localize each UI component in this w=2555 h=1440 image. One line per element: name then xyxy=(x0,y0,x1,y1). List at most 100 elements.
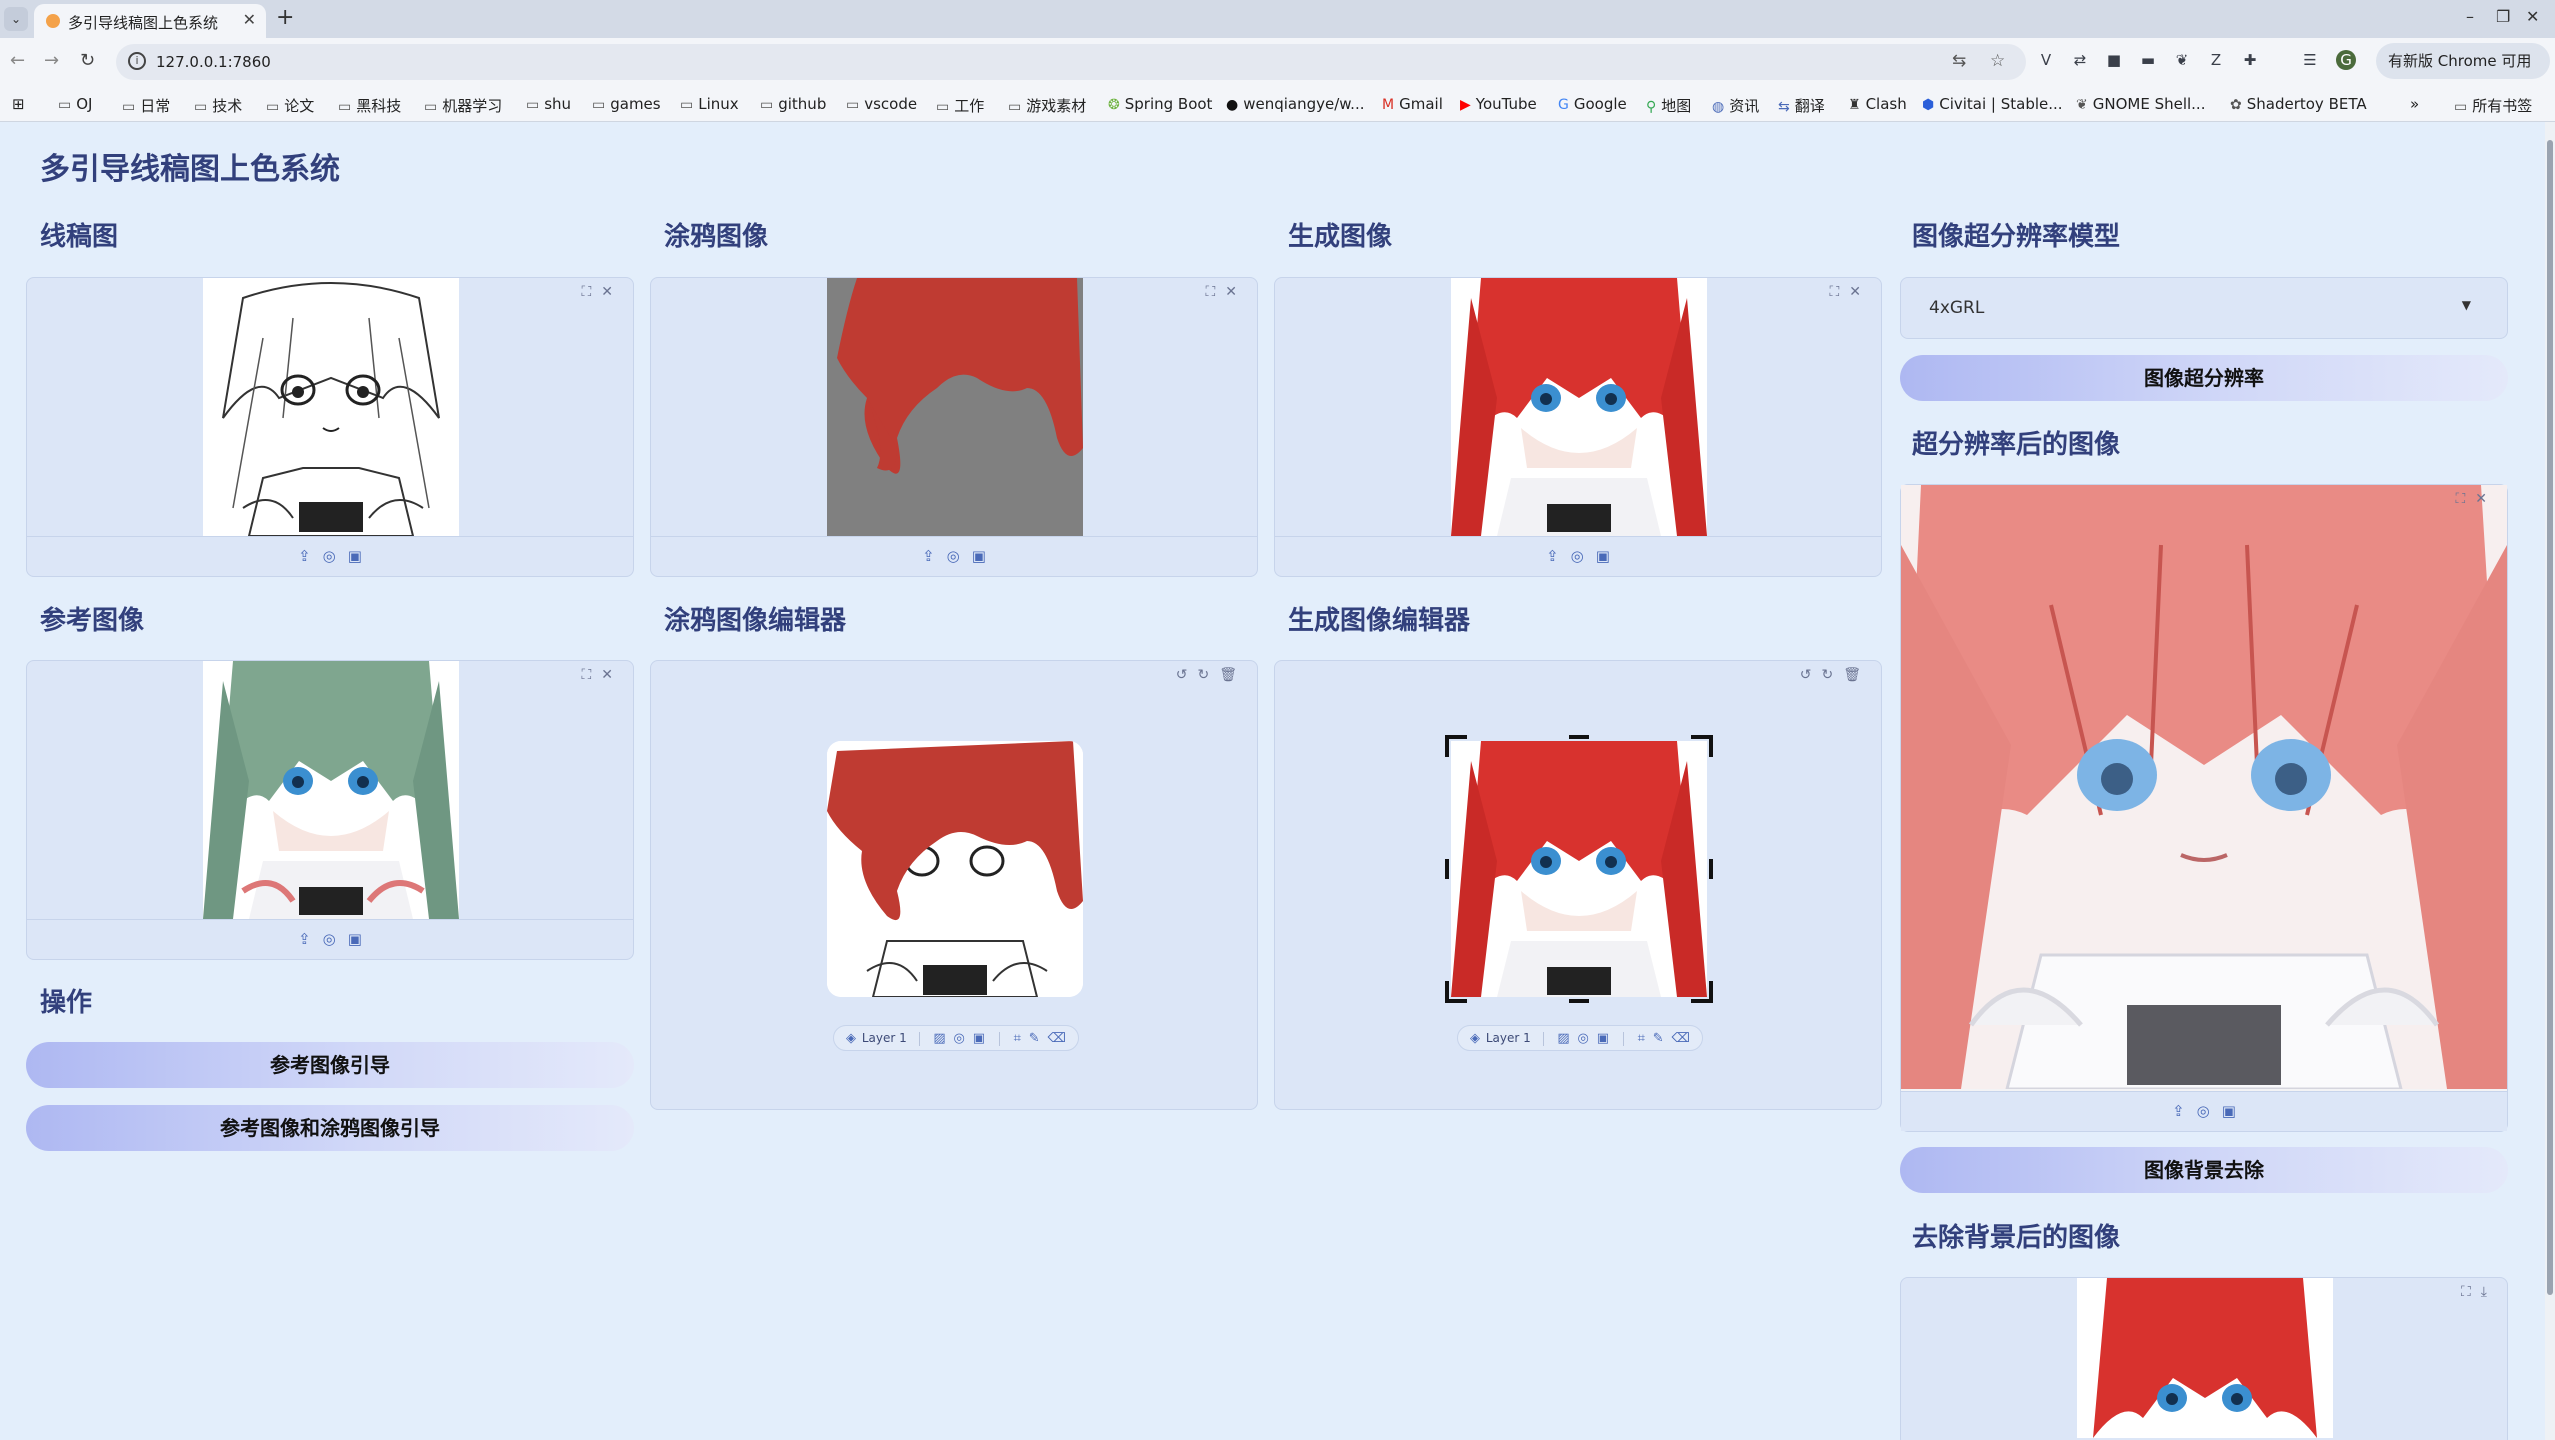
chrome-update-button[interactable]: 有新版 Chrome 可用 ⋮ xyxy=(2376,43,2550,106)
bookmarks-overflow-icon[interactable]: » xyxy=(2410,95,2419,113)
bookmark-ml[interactable]: ▭ 机器学习 xyxy=(424,95,502,116)
upload-icon[interactable]: ⇪ xyxy=(298,547,311,565)
eraser-icon[interactable]: ⌫ xyxy=(1048,1031,1066,1046)
bookmark-news[interactable]: ◍ 资讯 xyxy=(1712,95,1759,116)
clipboard-icon[interactable]: ▣ xyxy=(972,547,986,565)
close-icon[interactable]: ✕ xyxy=(1225,284,1247,300)
webcam-icon[interactable]: ◎ xyxy=(947,547,960,565)
close-icon[interactable]: ✕ xyxy=(601,284,623,300)
sr-result-image[interactable] xyxy=(1901,485,2507,1089)
webcam-icon[interactable]: ◎ xyxy=(1571,547,1584,565)
scrollbar-thumb[interactable] xyxy=(2547,140,2553,1295)
browser-tab[interactable]: 多引导线稿图上色系统 ✕ xyxy=(34,4,266,38)
undo-icon[interactable]: ↺ xyxy=(1176,667,1198,683)
bookmark-tech[interactable]: ▭ 技术 xyxy=(194,95,242,116)
bookmark-maps[interactable]: ⚲ 地图 xyxy=(1646,95,1691,116)
tab-list-icon[interactable]: ⌄ xyxy=(4,7,28,31)
bookmark-linux[interactable]: ▭ Linux xyxy=(680,95,739,113)
translate-icon[interactable]: ⇆ xyxy=(1952,51,1966,71)
bookmark-translate[interactable]: ⇆ 翻译 xyxy=(1778,95,1825,116)
profile-avatar-icon[interactable]: G xyxy=(2336,50,2356,70)
webcam-icon[interactable]: ◎ xyxy=(954,1031,965,1046)
bookmark-work[interactable]: ▭ 工作 xyxy=(936,95,984,116)
page-scrollbar[interactable] xyxy=(2545,122,2555,1440)
extension-leaf-icon[interactable]: ❦ xyxy=(2172,50,2192,70)
fullscreen-icon[interactable]: ⛶ xyxy=(581,667,601,683)
scribble-editor-canvas[interactable] xyxy=(827,741,1083,997)
clipboard-icon[interactable]: ▣ xyxy=(1597,1031,1609,1046)
all-bookmarks[interactable]: ▭ 所有书签 xyxy=(2454,95,2532,116)
ref-guide-button[interactable]: 参考图像引导 xyxy=(26,1042,634,1088)
fullscreen-icon[interactable]: ⛶ xyxy=(581,284,601,300)
redo-icon[interactable]: ↻ xyxy=(1821,667,1843,683)
extension-z-icon[interactable]: Z xyxy=(2206,50,2226,70)
upload-icon[interactable]: ⇪ xyxy=(922,547,935,565)
layer-label[interactable]: Layer 1 xyxy=(862,1031,907,1045)
bookmark-games[interactable]: ▭ games xyxy=(592,95,661,113)
undo-icon[interactable]: ↺ xyxy=(1800,667,1822,683)
bookmark-youtube[interactable]: ▶ YouTube xyxy=(1460,95,1537,113)
bookmark-papers[interactable]: ▭ 论文 xyxy=(266,95,314,116)
new-tab-icon[interactable]: + xyxy=(276,5,294,30)
upload-icon[interactable]: ⇪ xyxy=(2172,1102,2185,1120)
restore-icon[interactable]: ❐ xyxy=(2496,7,2510,26)
trash-icon[interactable]: 🗑 xyxy=(1843,667,1871,683)
clipboard-icon[interactable]: ▣ xyxy=(2222,1102,2236,1120)
url-text[interactable]: 127.0.0.1:7860 xyxy=(156,53,271,71)
fullscreen-icon[interactable]: ⛶ xyxy=(1205,284,1225,300)
extension-v-icon[interactable]: V xyxy=(2036,50,2056,70)
brush-icon[interactable]: ✎ xyxy=(1653,1031,1664,1046)
upload-icon[interactable]: ⇪ xyxy=(298,930,311,948)
crop-handles[interactable] xyxy=(1445,735,1713,1003)
redo-icon[interactable]: ↻ xyxy=(1197,667,1219,683)
download-icon[interactable]: ⤓ xyxy=(2481,1284,2497,1300)
fullscreen-icon[interactable]: ⛶ xyxy=(1829,284,1849,300)
bookmark-shu[interactable]: ▭ shu xyxy=(526,95,571,113)
super-resolution-button[interactable]: 图像超分辨率 xyxy=(1900,355,2508,401)
close-icon[interactable]: ✕ xyxy=(601,667,623,683)
bookmark-shadertoy[interactable]: ✿ Shadertoy BETA xyxy=(2230,95,2367,113)
webcam-icon[interactable]: ◎ xyxy=(323,930,336,948)
upload-icon[interactable]: ⇪ xyxy=(1546,547,1559,565)
reference-image[interactable] xyxy=(203,661,459,919)
bookmark-google[interactable]: G Google xyxy=(1558,95,1627,113)
trash-icon[interactable]: 🗑 xyxy=(1219,667,1247,683)
bookmark-gnome-shell[interactable]: ❦ GNOME Shell... xyxy=(2076,95,2205,113)
brush-icon[interactable]: ✎ xyxy=(1029,1031,1040,1046)
extension-translate-icon[interactable]: ⇄ xyxy=(2070,50,2090,70)
webcam-icon[interactable]: ◎ xyxy=(1578,1031,1589,1046)
close-icon[interactable]: ✕ xyxy=(1849,284,1871,300)
reload-icon[interactable]: ↻ xyxy=(80,50,95,71)
scribble-image[interactable] xyxy=(827,278,1083,536)
sr-model-select[interactable]: 4xGRL ▼ xyxy=(1900,277,2508,339)
clipboard-icon[interactable]: ▣ xyxy=(973,1031,985,1046)
close-icon[interactable]: ✕ xyxy=(2475,491,2497,507)
site-info-icon[interactable]: i xyxy=(128,52,146,70)
extensions-puzzle-icon[interactable]: ✚ xyxy=(2240,50,2260,70)
forward-icon[interactable]: → xyxy=(44,50,59,71)
bookmark-vscode[interactable]: ▭ vscode xyxy=(846,95,917,113)
image-icon[interactable]: ▨ xyxy=(933,1031,945,1046)
bookmark-gmail[interactable]: M Gmail xyxy=(1382,95,1443,113)
layers-icon[interactable]: ◈ xyxy=(1470,1031,1480,1046)
bookmark-blacktech[interactable]: ▭ 黑科技 xyxy=(338,95,401,116)
extension-orange-icon[interactable]: ▬ xyxy=(2138,50,2158,70)
reading-list-icon[interactable]: ☰ xyxy=(2300,50,2320,70)
fullscreen-icon[interactable]: ⛶ xyxy=(2455,491,2475,507)
bookmark-clash[interactable]: ♜ Clash xyxy=(1848,95,1907,113)
bookmark-spring-boot[interactable]: ❂ Spring Boot xyxy=(1108,95,1212,113)
eraser-icon[interactable]: ⌫ xyxy=(1672,1031,1690,1046)
crop-icon[interactable]: ⌗ xyxy=(1638,1031,1645,1046)
tab-close-icon[interactable]: ✕ xyxy=(243,10,256,29)
bookmark-civitai[interactable]: ⬢ Civitai | Stable... xyxy=(1922,95,2063,113)
bookmark-daily[interactable]: ▭ 日常 xyxy=(122,95,170,116)
bookmark-github-folder[interactable]: ▭ github xyxy=(760,95,826,113)
ref-scribble-guide-button[interactable]: 参考图像和涂鸦图像引导 xyxy=(26,1105,634,1151)
webcam-icon[interactable]: ◎ xyxy=(323,547,336,565)
minimize-icon[interactable]: – xyxy=(2466,7,2474,26)
layer-label[interactable]: Layer 1 xyxy=(1486,1031,1531,1045)
address-bar[interactable]: i 127.0.0.1:7860 ⇆ ☆ xyxy=(116,44,2026,80)
clipboard-icon[interactable]: ▣ xyxy=(1596,547,1610,565)
lineart-image[interactable] xyxy=(203,278,459,536)
bookmark-github-repo[interactable]: ● wenqiangye/w... xyxy=(1226,95,1365,113)
